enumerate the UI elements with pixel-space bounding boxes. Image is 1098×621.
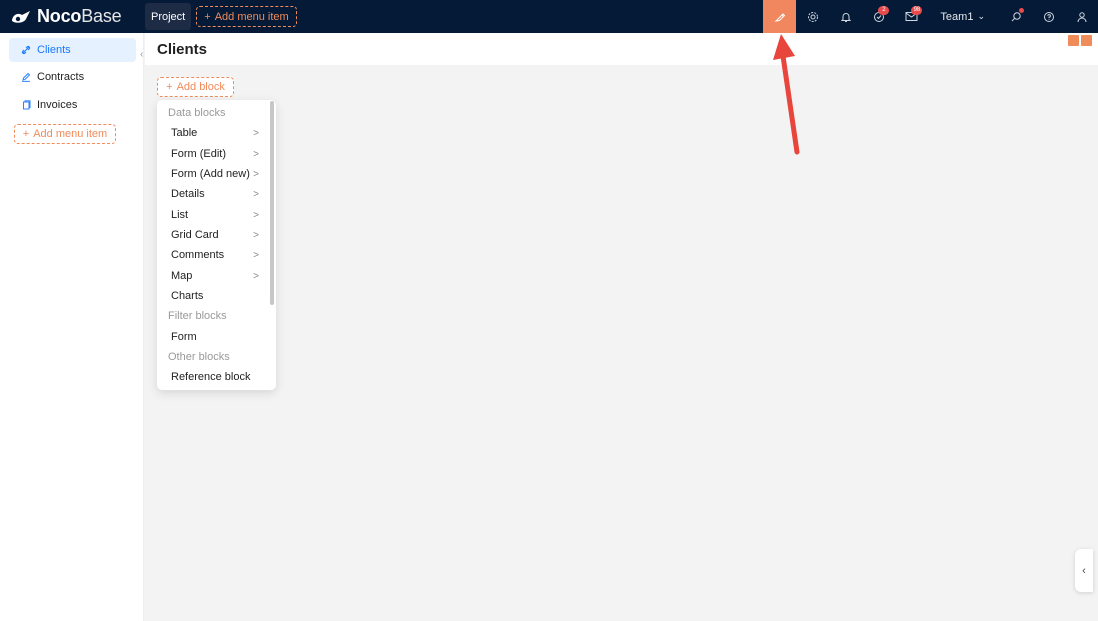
edit-icon xyxy=(22,72,31,82)
plus-icon: + xyxy=(204,10,211,23)
gear-icon xyxy=(807,11,818,22)
chevron-right-icon: > xyxy=(253,229,259,241)
menu-item-label: Charts xyxy=(171,290,204,302)
menu-item-label: List xyxy=(171,209,189,221)
logo-mark-icon xyxy=(10,9,32,25)
team-name: Team1 xyxy=(940,10,974,23)
chevron-down-icon: ⌄ xyxy=(977,11,985,21)
menu-group-title: Filter blocks xyxy=(168,310,227,322)
menu-item-form-add-new[interactable]: Form (Add new) > xyxy=(157,164,265,184)
add-block-button[interactable]: + Add block xyxy=(157,77,234,97)
tasks-button[interactable]: 2 xyxy=(862,0,895,33)
bell-icon xyxy=(840,12,852,22)
top-navbar: NocoBase Project + Add menu item 2 98 Te… xyxy=(0,0,1098,33)
menu-item-label: Form (Add new) xyxy=(171,168,250,180)
menu-group-title: Data blocks xyxy=(168,107,226,119)
tasks-badge: 2 xyxy=(878,6,890,15)
sidebar-add-menu-item-label: Add menu item xyxy=(33,128,108,140)
page-title: Clients xyxy=(157,41,208,58)
sidebar: Clients Contracts Invoices + Add menu it… xyxy=(0,33,144,621)
sidebar-item-label: Invoices xyxy=(37,99,78,111)
sidebar-item-contracts[interactable]: Contracts xyxy=(9,65,136,89)
messages-button[interactable]: 98 xyxy=(895,0,928,33)
chevron-right-icon: > xyxy=(253,127,259,139)
sidebar-item-label: Contracts xyxy=(37,71,85,83)
sidebar-item-invoices[interactable]: Invoices xyxy=(9,93,136,117)
annotation-arrow-icon xyxy=(773,34,800,155)
menu-item-charts[interactable]: Charts xyxy=(157,286,265,306)
highlighter-icon xyxy=(774,12,786,22)
link-icon xyxy=(21,45,31,55)
logo-text-light: Base xyxy=(81,6,122,26)
page-settings-menu-icon[interactable] xyxy=(1081,35,1092,46)
chevron-right-icon: > xyxy=(253,209,259,221)
menu-item-grid-card[interactable]: Grid Card > xyxy=(157,225,265,245)
menu-item-comments[interactable]: Comments > xyxy=(157,245,265,265)
chevron-right-icon: > xyxy=(253,188,259,200)
sidebar-add-menu-item-button[interactable]: + Add menu item xyxy=(14,124,116,144)
plus-icon: + xyxy=(22,128,30,140)
copy-icon xyxy=(23,100,31,110)
chevron-right-icon: > xyxy=(253,249,259,261)
add-block-label: Add block xyxy=(176,81,225,93)
top-add-menu-item-label: Add menu item xyxy=(214,10,289,23)
page-header: Clients xyxy=(145,33,1098,65)
menu-item-form-edit[interactable]: Form (Edit) > xyxy=(157,144,265,164)
sidebar-item-label: Clients xyxy=(37,44,71,56)
messages-badge: 98 xyxy=(911,6,923,15)
menu-item-label: Grid Card xyxy=(171,229,219,241)
user-menu-button[interactable] xyxy=(1065,0,1098,33)
menu-item-map[interactable]: Map > xyxy=(157,266,265,286)
menu-item-project[interactable]: Project xyxy=(145,3,192,30)
dropdown-scrollbar[interactable] xyxy=(270,101,274,305)
question-circle-icon xyxy=(1043,11,1054,22)
menu-item-label: Map xyxy=(171,270,193,282)
user-icon xyxy=(1077,11,1086,22)
menu-item-label: Table xyxy=(171,127,198,139)
menu-item-table[interactable]: Table > xyxy=(157,123,265,143)
menu-item-reference-block[interactable]: Reference block xyxy=(157,367,265,387)
menu-item-details[interactable]: Details > xyxy=(157,184,265,204)
search-button[interactable] xyxy=(999,0,1032,33)
help-button[interactable] xyxy=(1032,0,1065,33)
menu-item-label: Form xyxy=(171,331,197,343)
page-settings-edit-icon[interactable] xyxy=(1068,35,1079,46)
chevron-right-icon: > xyxy=(253,168,259,180)
top-add-menu-item-button[interactable]: + Add menu item xyxy=(196,6,297,27)
nocobase-logo[interactable]: NocoBase xyxy=(10,0,122,33)
logo-text-bold: Noco xyxy=(37,6,82,26)
menu-item-filter-form[interactable]: Form xyxy=(157,327,265,347)
notifications-button[interactable] xyxy=(829,0,862,33)
chevron-right-icon: > xyxy=(253,270,259,282)
menu-item-label: Reference block xyxy=(171,371,251,383)
menu-item-label: Comments xyxy=(171,249,225,261)
search-dot-indicator xyxy=(1019,8,1024,13)
chevron-right-icon: > xyxy=(253,148,259,160)
menu-group-title: Other blocks xyxy=(168,351,230,363)
drawer-toggle-chevron-left-icon[interactable]: ‹ xyxy=(1075,549,1093,592)
team-switcher-dropdown[interactable]: Team1 ⌄ xyxy=(928,0,999,33)
menu-item-list[interactable]: List > xyxy=(157,205,265,225)
menu-item-label: Form (Edit) xyxy=(171,148,226,160)
sidebar-item-clients[interactable]: Clients xyxy=(9,38,136,62)
menu-item-label: Details xyxy=(171,188,205,200)
plus-icon: + xyxy=(166,81,173,93)
